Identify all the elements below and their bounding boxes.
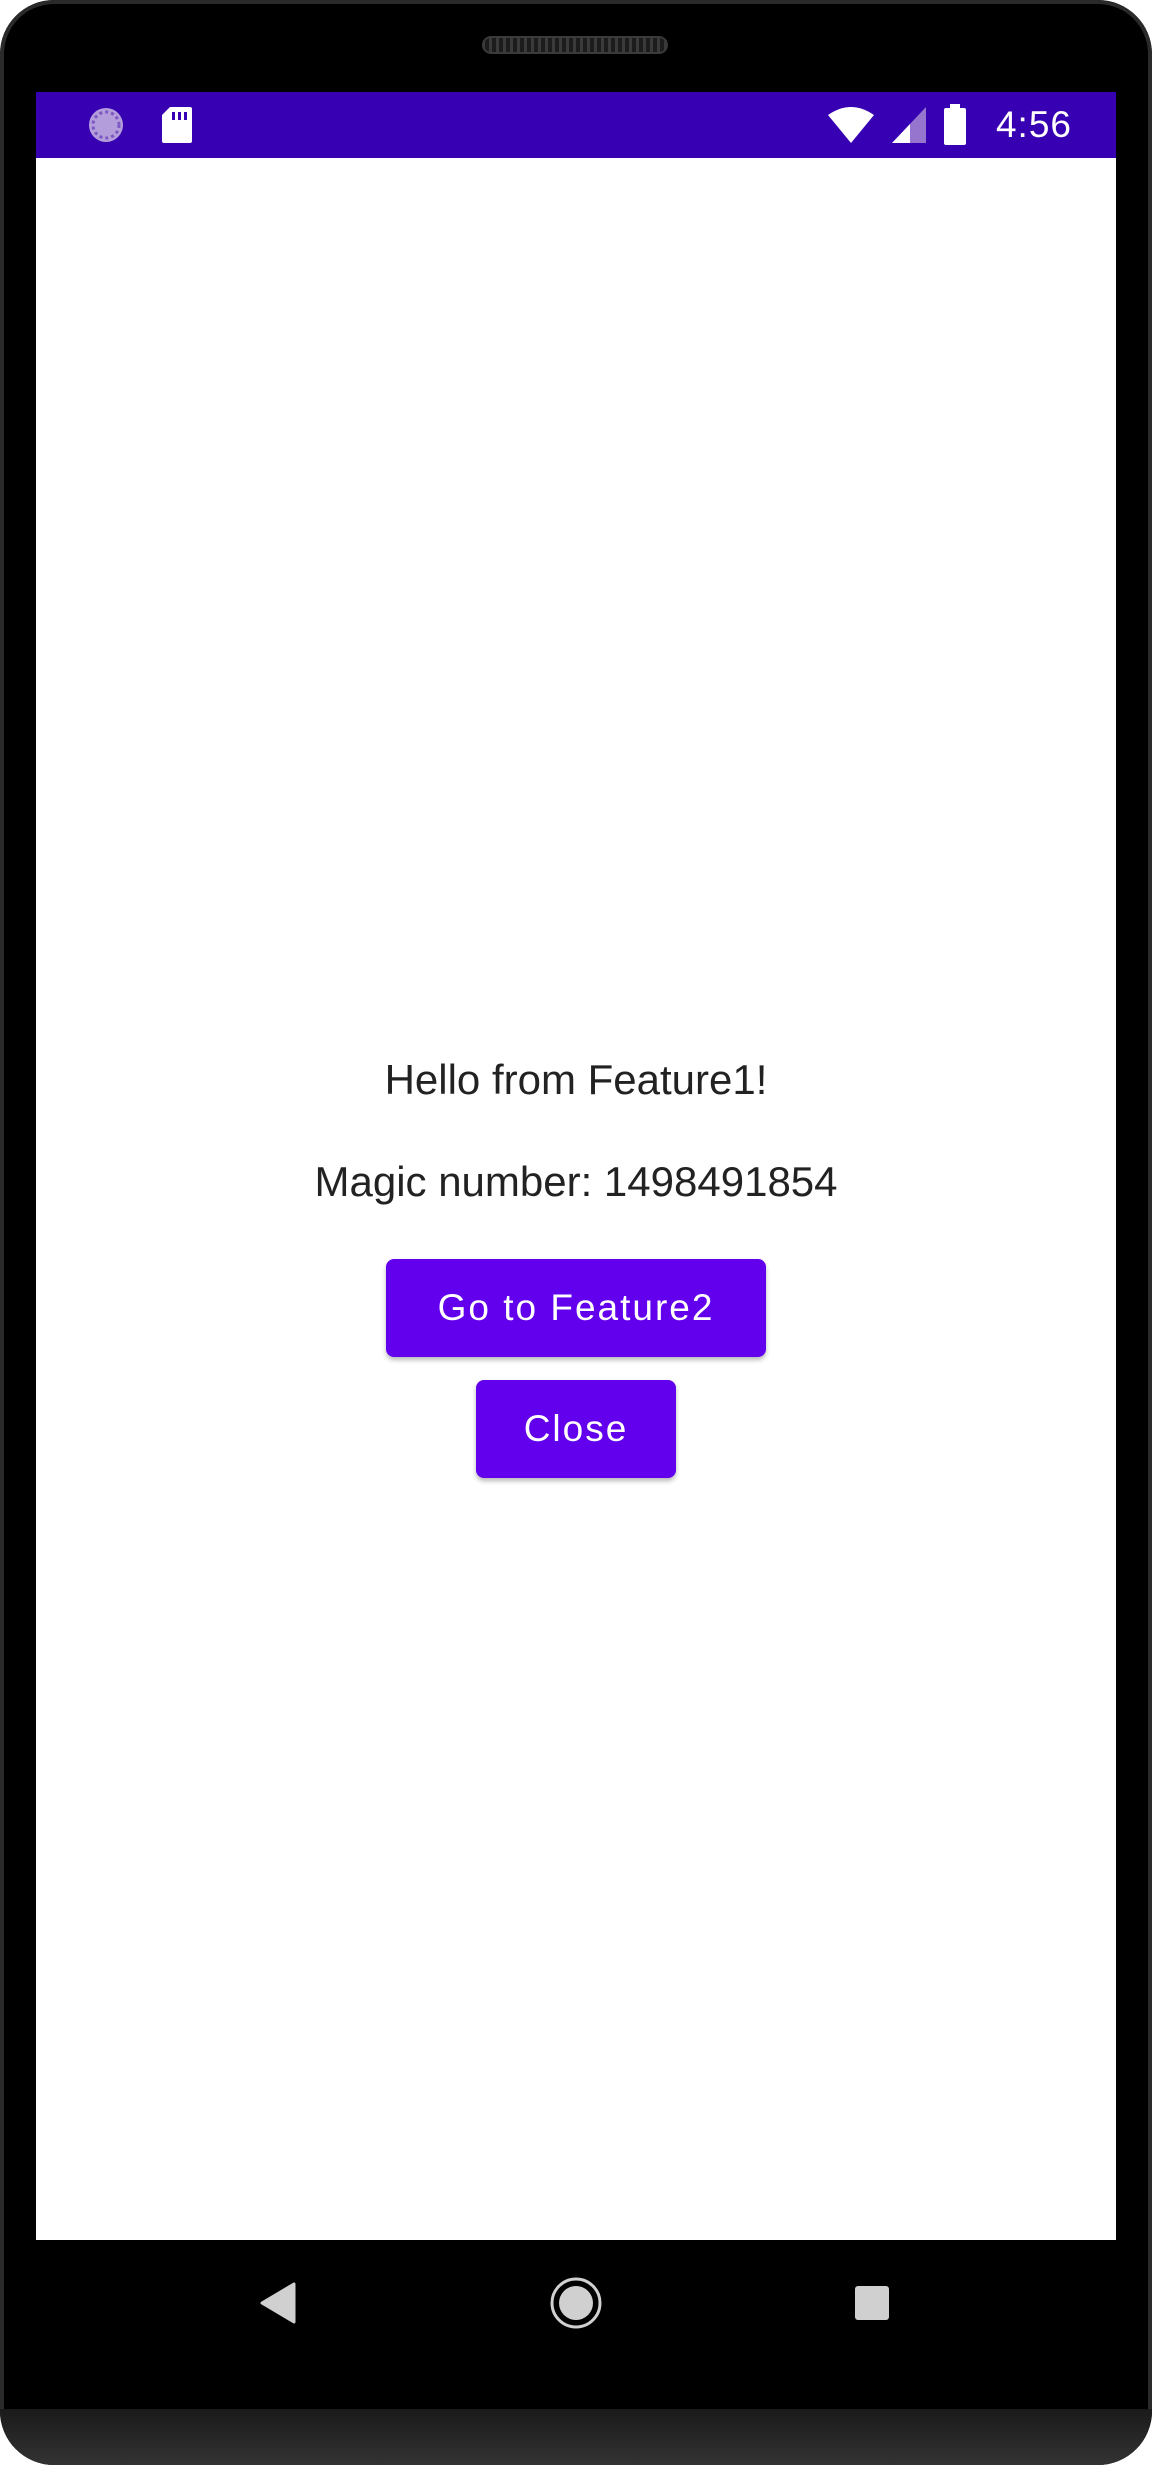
home-button[interactable]: [516, 2240, 636, 2370]
back-button[interactable]: [218, 2240, 338, 2370]
wifi-icon: [826, 105, 876, 145]
earpiece-speaker: [482, 36, 668, 54]
app-content: Hello from Feature1! Magic number: 14984…: [36, 158, 1116, 2240]
status-left-icons: [86, 92, 194, 158]
cell-signal-icon: [890, 105, 928, 145]
magic-number-text: Magic number: 1498491854: [314, 1158, 838, 1205]
sd-card-icon: [160, 105, 194, 145]
close-button[interactable]: Close: [476, 1380, 676, 1478]
status-right-icons: 4:56: [826, 92, 1072, 158]
recents-button[interactable]: [812, 2240, 932, 2370]
go-to-feature2-button[interactable]: Go to Feature2: [386, 1259, 766, 1357]
navigation-bar: [36, 2240, 1116, 2370]
device-chin: [0, 2409, 1152, 2465]
status-bar: 4:56: [36, 92, 1116, 158]
phone-frame: 4:56 Hello from Feature1! Magic number: …: [0, 0, 1152, 2465]
battery-icon: [942, 104, 968, 146]
greeting-text: Hello from Feature1!: [384, 1056, 768, 1103]
home-icon: [549, 2276, 603, 2335]
recents-icon: [853, 2284, 891, 2327]
sync-icon: [86, 105, 126, 145]
back-icon: [258, 2282, 298, 2329]
status-time: 4:56: [995, 104, 1072, 145]
screen: 4:56 Hello from Feature1! Magic number: …: [36, 92, 1116, 2240]
